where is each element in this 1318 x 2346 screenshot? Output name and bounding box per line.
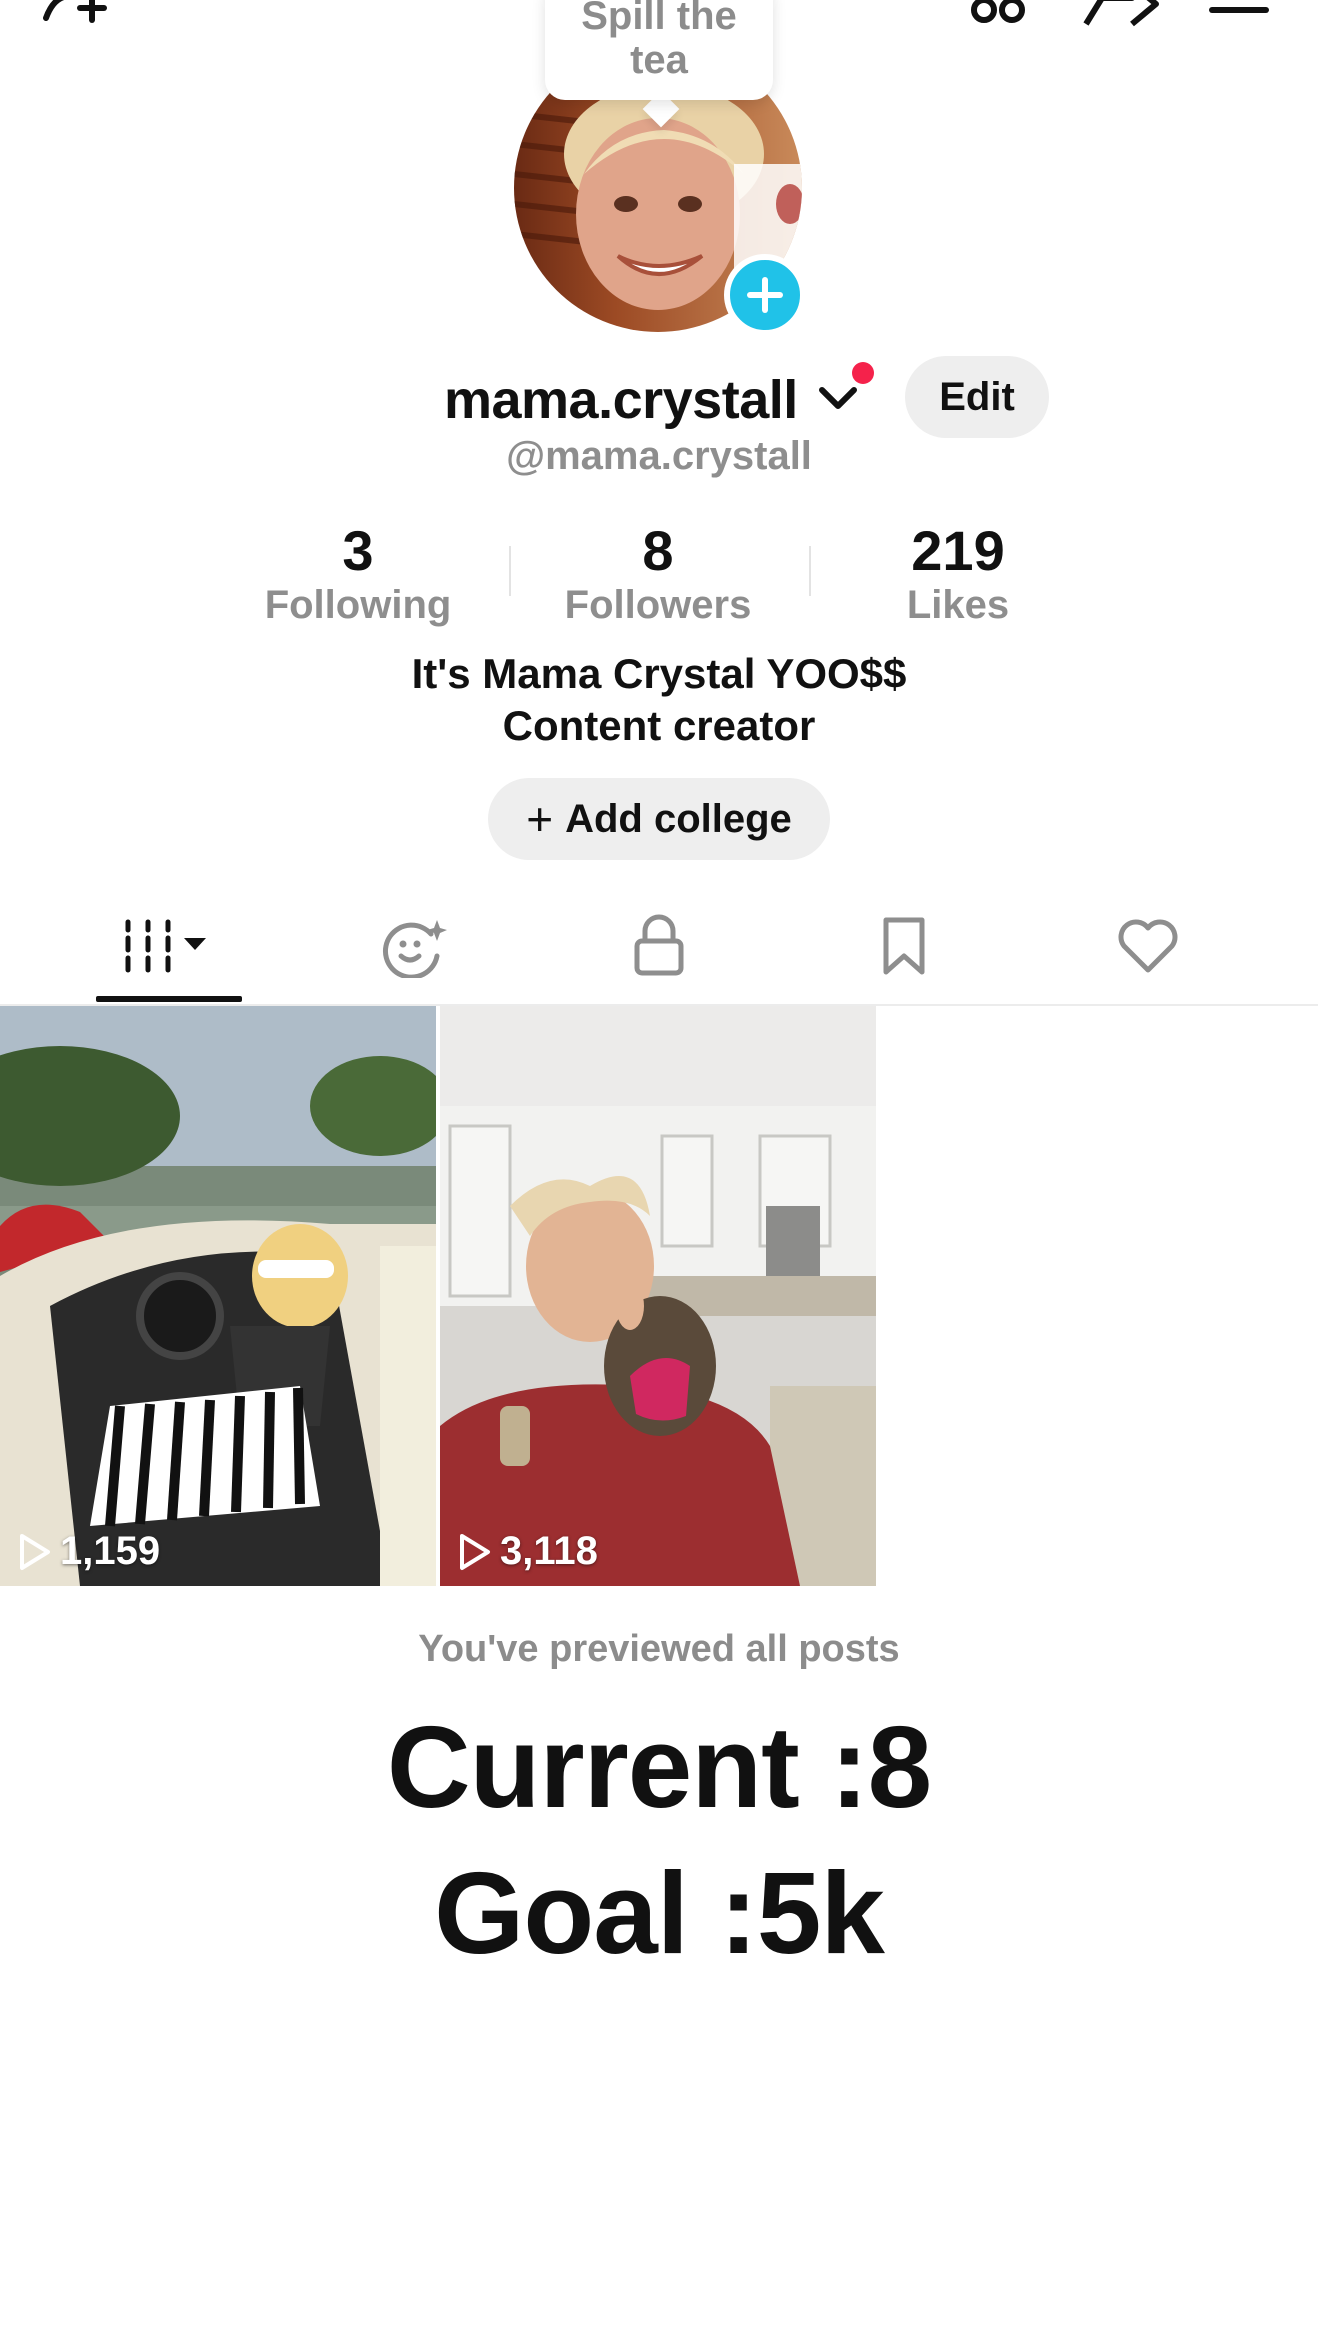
tab-reposts[interactable]	[334, 894, 494, 1002]
play-icon	[460, 1533, 490, 1570]
lock-icon	[629, 913, 689, 984]
profile-tabs	[0, 894, 1318, 1006]
bio-line-1: It's Mama Crystal YOO$$	[411, 650, 907, 697]
tab-private[interactable]	[579, 894, 739, 1002]
note-bubble[interactable]: Spill the tea	[545, 0, 773, 100]
note-line-1: Spill the	[581, 0, 737, 38]
creator-tools-icon[interactable]	[968, 0, 1032, 26]
likes-count: 219	[911, 519, 1005, 582]
display-name[interactable]: mama.crystall	[444, 368, 798, 432]
menu-icon[interactable]	[1208, 0, 1270, 20]
tab-videos[interactable]	[88, 894, 248, 1002]
stat-followers[interactable]: 8 Followers	[508, 520, 808, 628]
active-tab-indicator	[96, 996, 242, 1002]
share-icon[interactable]	[1080, 0, 1160, 28]
view-count: 3,118	[456, 1529, 598, 1574]
bio: It's Mama Crystal YOO$$ Content creator	[0, 648, 1318, 752]
plus-icon: +	[526, 793, 554, 845]
name-row: mama.crystall	[0, 360, 1318, 440]
notification-dot	[852, 362, 874, 384]
heart-icon	[1114, 916, 1182, 981]
followers-count: 8	[642, 519, 674, 582]
add-college-label: Add college	[565, 796, 792, 841]
add-college-button[interactable]: + Add college	[488, 778, 830, 860]
face-sparkle-icon	[379, 914, 449, 983]
note-line-2: tea	[630, 38, 688, 82]
tab-liked[interactable]	[1068, 894, 1228, 1002]
add-story-button[interactable]	[724, 254, 806, 336]
stat-likes[interactable]: 219 Likes	[808, 520, 1108, 628]
edit-button[interactable]: Edit	[905, 356, 1049, 438]
grid-icon	[118, 916, 218, 981]
following-label: Following	[264, 583, 452, 627]
likes-label: Likes	[906, 583, 1010, 627]
previewed-all-posts-text: You've previewed all posts	[418, 1628, 900, 1670]
tab-favorites[interactable]	[824, 894, 984, 1002]
bookmark-icon	[876, 914, 932, 983]
play-icon	[20, 1533, 50, 1570]
stat-following[interactable]: 3 Following	[208, 520, 508, 628]
view-count-value: 1,159	[60, 1529, 161, 1573]
following-count: 3	[342, 519, 374, 582]
current-count-text: Current :8	[386, 1702, 932, 1832]
username-handle: @mama.crystall	[506, 434, 812, 478]
view-count: 1,159	[16, 1529, 160, 1574]
goal-text: Goal :5k	[434, 1848, 885, 1978]
add-friend-icon[interactable]	[36, 0, 116, 26]
followers-label: Followers	[564, 583, 752, 627]
view-count-value: 3,118	[500, 1529, 598, 1573]
chevron-down-icon[interactable]	[818, 382, 858, 417]
bio-line-2: Content creator	[502, 702, 816, 749]
post-thumbnail[interactable]: 1,159	[0, 1006, 436, 1586]
post-thumbnail[interactable]: 3,118	[440, 1006, 876, 1586]
